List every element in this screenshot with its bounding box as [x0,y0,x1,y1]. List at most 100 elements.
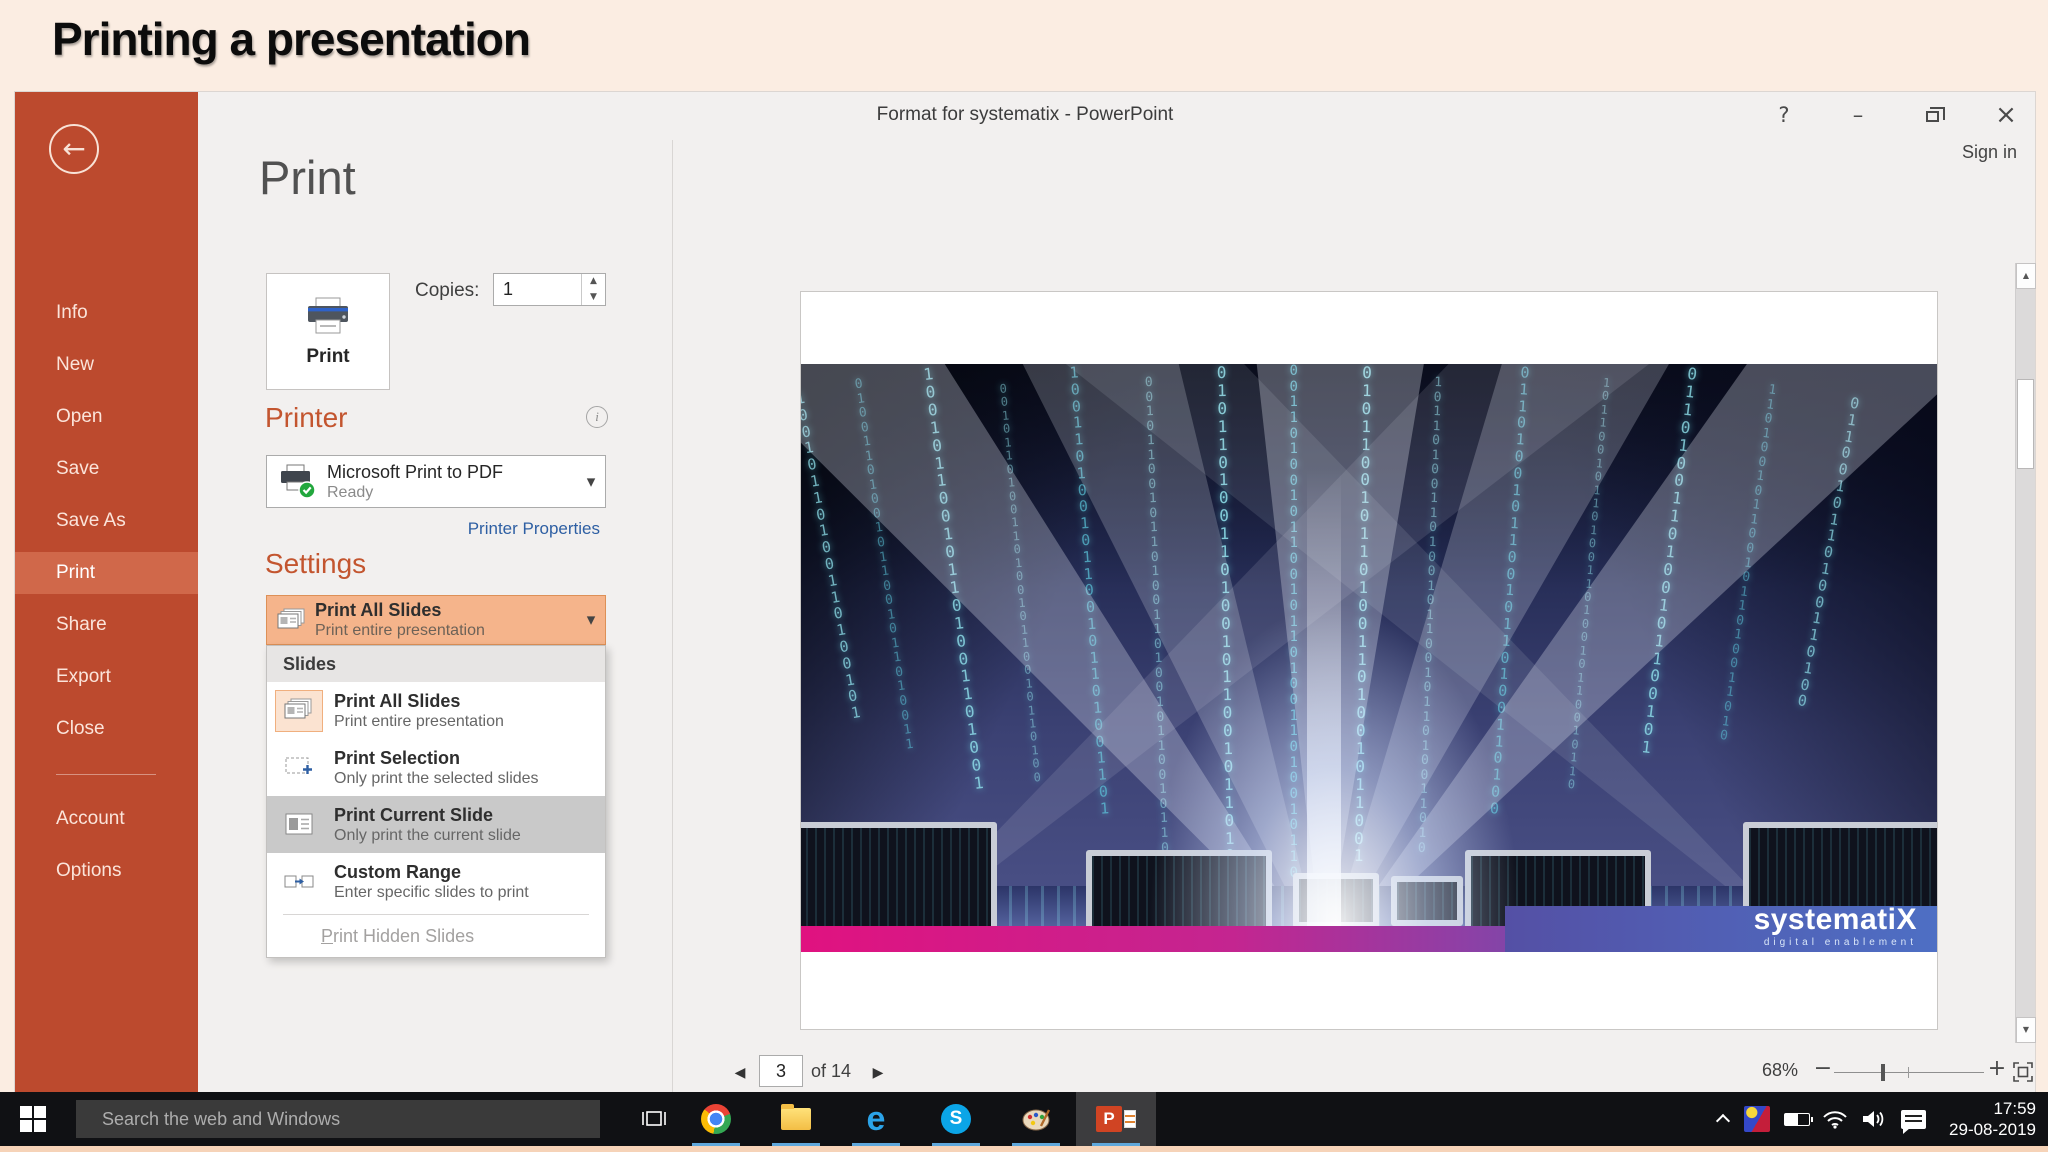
brand-logo: systematiX digital enablement [1754,903,1917,948]
scroll-down-button[interactable]: ▼ [2016,1017,2036,1043]
printer-properties-link[interactable]: Printer Properties [266,519,606,539]
desktop: Printing a presentation Format for syste… [0,0,2048,1152]
minimize-button[interactable]: – [1845,103,1871,127]
taskbar-chrome-button[interactable] [676,1092,756,1146]
sidebar-item-share[interactable]: Share [15,604,198,646]
backstage-sidebar: ← Info New Open Save Save As Print Share… [15,92,198,1092]
print-button[interactable]: Print [266,273,390,390]
taskbar-file-explorer-button[interactable] [756,1092,836,1146]
menu-item-subtitle: Only print the current slide [334,826,521,844]
clock-time: 17:59 [1993,1099,2036,1118]
search-input[interactable] [76,1100,600,1138]
print-all-slides-icon [284,698,312,719]
zoom-in-button[interactable]: + [1985,1056,2009,1081]
page-number-input[interactable] [760,1056,802,1086]
copies-spin-buttons: ▲ ▼ [581,274,605,305]
menu-item-text: Print Current Slide Only print the curre… [334,805,521,845]
printer-icon [308,297,348,333]
menu-item-print-hidden-slides[interactable]: Print Hidden Slides [267,915,605,957]
page-count-label: of 14 [811,1061,852,1081]
spin-down-icon[interactable]: ▼ [582,290,605,306]
sidebar-item-export[interactable]: Export [15,656,198,698]
action-center-icon [1900,1109,1926,1134]
photos-icon [1744,1106,1770,1132]
photos-tray-button[interactable] [1740,1092,1774,1146]
next-page-button[interactable]: ▶ [867,1058,889,1088]
spin-up-icon[interactable]: ▲ [582,274,605,290]
menu-item-print-all-slides[interactable]: Print All Slides Print entire presentati… [267,682,605,739]
printer-name: Microsoft Print to PDF [327,461,504,482]
clock-date: 29-08-2019 [1949,1120,2036,1139]
brand-tagline: digital enablement [1763,937,1917,948]
volume-tray-button[interactable] [1856,1092,1890,1146]
menu-item-custom-range[interactable]: Custom Range Enter specific slides to pr… [267,853,605,910]
print-heading: Print [259,151,356,204]
sidebar-item-open[interactable]: Open [15,396,198,438]
hidden-icons-button[interactable] [1706,1092,1740,1146]
menu-item-title: Custom Range [334,861,462,882]
sidebar-item-options[interactable]: Options [15,850,198,892]
fit-to-window-button[interactable] [2011,1060,2035,1089]
sidebar-item-new[interactable]: New [15,344,198,386]
sidebar-item-close[interactable]: Close [15,708,198,750]
skype-icon: S [941,1104,971,1134]
sidebar-item-save-as[interactable]: Save As [15,500,198,542]
copies-input[interactable] [494,274,581,305]
scrollbar-thumb[interactable] [2017,379,2034,469]
sidebar-item-print[interactable]: Print [15,552,198,594]
preview-scrollbar[interactable]: ▲ ▼ [2015,263,2036,1043]
start-button[interactable] [0,1092,66,1146]
info-icon: i [586,406,608,428]
sidebar-item-account[interactable]: Account [15,798,198,840]
menu-item-title: Print Current Slide [334,804,494,825]
sidebar-item-info[interactable]: Info [15,292,198,334]
menu-item-subtitle: Enter specific slides to print [334,883,529,901]
previous-page-button[interactable]: ◀ [729,1058,751,1088]
help-button[interactable]: ? [1771,103,1797,127]
selected-icon-box [275,689,323,732]
powerpoint-window: Format for systematix - PowerPoint ? – ×… [14,91,2036,1092]
sign-in-link[interactable]: Sign in [1962,142,2017,163]
printer-heading: Printer [265,402,348,433]
menu-item-print-selection[interactable]: Print Selection Only print the selected … [267,739,605,796]
icon-box [275,804,323,846]
paint-icon [1022,1109,1051,1131]
action-center-button[interactable] [1896,1092,1930,1146]
menu-group-label: Slides [267,646,605,682]
icon-box [275,747,323,789]
back-button[interactable]: ← [49,124,99,174]
restore-button[interactable] [1919,103,1945,127]
menu-item-title: Print Selection [334,747,461,768]
battery-tray-button[interactable] [1780,1092,1814,1146]
print-range-menu: Slides Print All Slides Print entire pre… [266,645,606,958]
window-title: Format for systematix - PowerPoint [876,104,1174,125]
menu-item-subtitle: Print entire presentation [334,712,504,730]
zoom-level: 68% [1761,1060,1798,1080]
chevron-down-icon: ▾ [586,471,596,492]
taskbar-powerpoint-button[interactable]: P [1076,1092,1156,1146]
zoom-slider-track[interactable] [1834,1072,1984,1073]
underlined-letter: P [321,926,334,946]
taskbar-clock[interactable]: 17:59 29-08-2019 [1949,1098,2036,1140]
menu-item-print-current-slide[interactable]: Print Current Slide Only print the curre… [267,796,605,853]
page-title: Printing a presentation [52,13,531,65]
powerpoint-icon: P [1096,1106,1136,1132]
menu-item-text: Custom Range Enter specific slides to pr… [334,862,529,902]
slide-preview: 1 0 0 1 0 1 1 0 1 0 0 1 1 0 1 0 0 1 0 1 … [800,291,1938,1030]
scroll-up-button[interactable]: ▲ [2016,263,2036,289]
taskbar-edge-button[interactable]: e [836,1092,916,1146]
taskbar-paint-button[interactable] [996,1092,1076,1146]
restore-icon [1925,107,1945,122]
printer-selection-text: Microsoft Print to PDF Ready [327,462,577,502]
print-range-selected: Print All Slides Print entire presentati… [315,600,485,640]
menu-item-text: Print Selection Only print the selected … [334,748,539,788]
printer-selector[interactable]: Microsoft Print to PDF Ready ▾ [266,455,606,508]
zoom-slider-thumb[interactable] [1881,1064,1885,1081]
taskbar-skype-button[interactable]: S [916,1092,996,1146]
chrome-icon [701,1104,731,1134]
zoom-out-button[interactable]: − [1811,1056,1835,1081]
print-range-selector[interactable]: Print All Slides Print entire presentati… [266,595,606,645]
wifi-tray-button[interactable] [1818,1092,1852,1146]
close-button[interactable]: × [1993,100,2019,130]
sidebar-item-save[interactable]: Save [15,448,198,490]
